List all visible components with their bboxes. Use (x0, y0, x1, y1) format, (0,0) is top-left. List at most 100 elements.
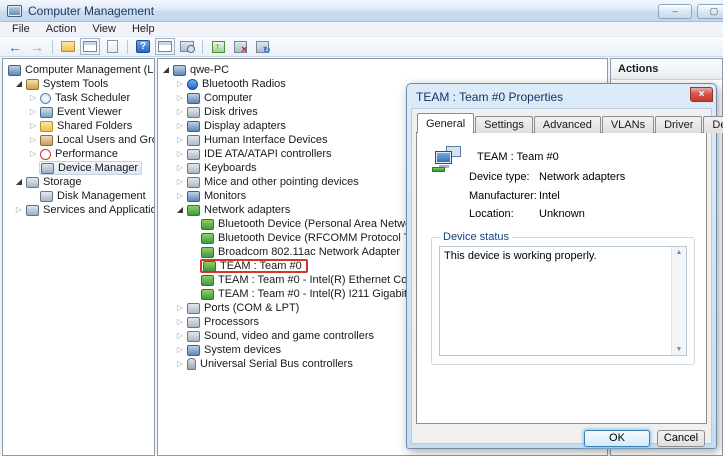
tree-expander-icon[interactable]: ▷ (27, 105, 39, 119)
tree-item-label: Bluetooth Radios (198, 78, 286, 90)
disk-icon (187, 107, 200, 118)
tree-item-content: Local Users and Groups (39, 133, 155, 147)
tree-item-label: Performance (51, 148, 118, 160)
tree-expander-icon[interactable]: ◢ (160, 63, 172, 77)
device-status-label: Device status (440, 231, 512, 243)
tree-item-content: Monitors (186, 189, 249, 203)
scroll-down-icon[interactable]: ▼ (676, 346, 683, 353)
tree-expander-icon[interactable]: ▷ (174, 301, 186, 315)
tree-expander-icon[interactable]: ◢ (13, 175, 25, 189)
tree-expander-icon[interactable]: ▷ (174, 105, 186, 119)
tree-expander-icon[interactable]: ▷ (174, 175, 186, 189)
tree-expander-icon[interactable]: ▷ (174, 343, 186, 357)
tree-item-label: Task Scheduler (51, 92, 130, 104)
tree-item-content: Mice and other pointing devices (186, 175, 362, 189)
tab-details[interactable]: Details (703, 116, 723, 133)
tab-advanced[interactable]: Advanced (534, 116, 601, 133)
tree-item-storage[interactable]: ◢ Storage (3, 175, 154, 189)
tree-expander-icon[interactable]: ▷ (27, 133, 39, 147)
tree-item-content: Task Scheduler (39, 91, 133, 105)
devmgr-icon (41, 163, 54, 174)
general-tab-page: TEAM : Team #0 Device type:Network adapt… (416, 132, 707, 424)
navigate-forward-button[interactable]: → (27, 38, 47, 56)
tree-item-disk-management[interactable]: Disk Management (3, 189, 154, 203)
tree-item-services-and-applications[interactable]: ▷Services and Applications (3, 203, 154, 217)
tab-driver[interactable]: Driver (655, 116, 702, 133)
tree-item-label: Storage (39, 176, 82, 188)
ok-button[interactable]: OK (584, 430, 650, 447)
menu-action[interactable]: Action (38, 22, 85, 37)
tree-expander-icon[interactable]: ▷ (174, 161, 186, 175)
tree-expander-icon[interactable]: ▷ (174, 357, 186, 371)
tree-item-label: Ports (COM & LPT) (200, 302, 299, 314)
tab-general[interactable]: General (417, 113, 474, 133)
tree-item-local-users-and-groups[interactable]: ▷Local Users and Groups (3, 133, 154, 147)
tree-item-task-scheduler[interactable]: ▷ Task Scheduler (3, 91, 154, 105)
tree-item-performance[interactable]: ▷ Performance (3, 147, 154, 161)
tree-expander-icon[interactable]: ▷ (174, 315, 186, 329)
show-actions-pane-button[interactable] (155, 38, 175, 56)
tree-expander-icon[interactable]: ▷ (174, 77, 186, 91)
help-button[interactable]: ? (133, 38, 153, 56)
computer-management-window: { "window": { "title": "Computer Managem… (0, 0, 723, 456)
menu-help[interactable]: Help (124, 22, 163, 37)
tree-item-label: Broadcom 802.11ac Network Adapter (214, 246, 400, 258)
tree-item-label: Display adapters (200, 120, 286, 132)
navigate-forward-icon: → (30, 40, 44, 54)
minimize-button[interactable]: – (658, 4, 692, 19)
tree-expander-icon[interactable]: ▷ (13, 203, 25, 217)
tree-item-qwe-pc[interactable]: ◢qwe-PC (158, 63, 607, 77)
tree-item-label: Shared Folders (53, 120, 132, 132)
tree-item-content: System Tools (25, 77, 111, 91)
tree-expander-icon[interactable]: ◢ (13, 77, 25, 91)
tree-item-device-manager[interactable]: Device Manager (3, 161, 154, 175)
net-icon (201, 275, 214, 286)
show-console-tree-button[interactable] (80, 38, 100, 56)
tree-item-label: Keyboards (200, 162, 257, 174)
tree-expander-icon[interactable]: ▷ (174, 147, 186, 161)
tree-expander-icon[interactable]: ▷ (174, 329, 186, 343)
dialog-tab-strip: GeneralSettingsAdvancedVLANsDriverDetail… (417, 113, 723, 133)
device-status-box[interactable]: This device is working properly. ▲ ▼ (439, 246, 687, 356)
tree-item-event-viewer[interactable]: ▷Event Viewer (3, 105, 154, 119)
menu-view[interactable]: View (84, 22, 124, 37)
tree-expander-icon[interactable]: ▷ (174, 91, 186, 105)
scan-hardware-changes-button[interactable] (252, 38, 272, 56)
update-driver-button[interactable] (208, 38, 228, 56)
tab-settings[interactable]: Settings (475, 116, 533, 133)
tree-expander-icon[interactable]: ▷ (27, 119, 39, 133)
tree-item-label: Processors (200, 316, 259, 328)
uninstall-device-button[interactable] (230, 38, 250, 56)
update-driver-icon (212, 41, 225, 53)
tree-expander-icon[interactable]: ◢ (174, 203, 186, 217)
tree-expander-icon[interactable]: ▷ (174, 133, 186, 147)
dialog-close-button[interactable]: × (690, 87, 713, 102)
maximize-button[interactable]: ▢ (697, 4, 723, 19)
tree-expander-icon[interactable]: ▷ (27, 91, 39, 105)
title-bar: Computer Management – ▢ (0, 0, 723, 22)
keyboard-icon (187, 163, 200, 174)
up-one-level-icon (61, 41, 75, 52)
monitor-icon (187, 191, 200, 202)
tools-icon (26, 79, 39, 90)
up-one-level-button[interactable] (58, 38, 78, 56)
tree-item-content: Services and Applications (25, 203, 155, 217)
menu-file[interactable]: File (4, 22, 38, 37)
tree-expander-icon[interactable]: ▷ (174, 119, 186, 133)
tree-item-shared-folders[interactable]: ▷ Shared Folders (3, 119, 154, 133)
navigate-back-button[interactable]: ← (5, 38, 25, 56)
tree-item-content: Bluetooth Device (RFCOMM Protocol TDI) (200, 231, 428, 245)
device-status-text: This device is working properly. (440, 247, 671, 355)
properties-doc-button[interactable] (102, 38, 122, 56)
cancel-button[interactable]: Cancel (657, 430, 705, 447)
status-scrollbar[interactable]: ▲ ▼ (671, 247, 686, 355)
scan-button[interactable] (177, 38, 197, 56)
tree-item-label: Monitors (200, 190, 246, 202)
tree-item-computer-management-local[interactable]: Computer Management (Local) (3, 63, 154, 77)
tab-vlans[interactable]: VLANs (602, 116, 654, 133)
scroll-up-icon[interactable]: ▲ (676, 249, 683, 256)
tree-expander-icon[interactable]: ▷ (174, 189, 186, 203)
tree-item-system-tools[interactable]: ◢System Tools (3, 77, 154, 91)
tree-item-label: Network adapters (200, 204, 290, 216)
tree-expander-icon[interactable]: ▷ (27, 147, 39, 161)
